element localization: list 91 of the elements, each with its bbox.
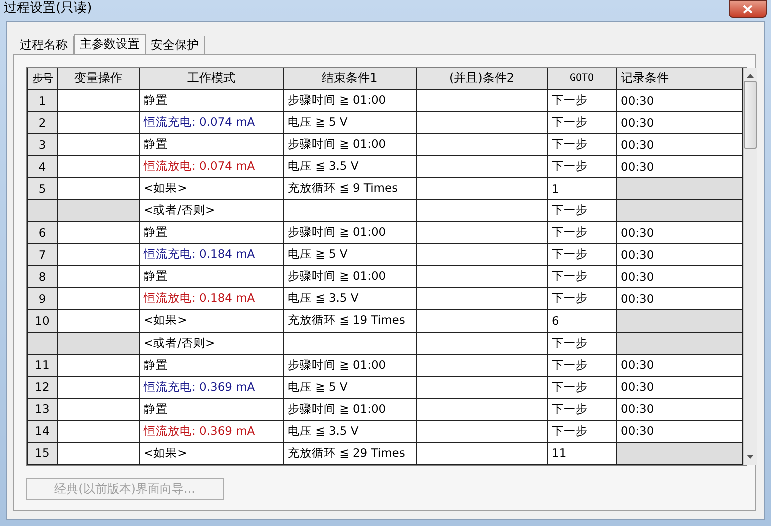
column-header[interactable]: GOTO	[548, 68, 616, 90]
mode-cell: 静置	[140, 134, 284, 156]
step-number-cell: 8	[28, 266, 58, 288]
goto-cell: 下一步	[548, 112, 616, 134]
end-condition-cell: 电压 ≧ 5 V	[284, 112, 416, 134]
tab[interactable]: 主参数设置	[74, 34, 146, 54]
step-number-cell: 4	[28, 156, 58, 178]
end-condition-cell: 步骤时间 ≧ 01:00	[284, 222, 416, 244]
end-condition-cell: 充放循环 ≦ 19 Times	[284, 310, 416, 332]
mode-cell: <如果>	[140, 310, 284, 332]
step-number-cell: 13	[28, 398, 58, 420]
end-condition-cell: 步骤时间 ≧ 01:00	[284, 134, 416, 156]
scrollbar[interactable]	[743, 68, 757, 465]
mode-cell: 静置	[140, 90, 284, 112]
goto-cell: 下一步	[548, 376, 616, 398]
goto-cell: 下一步	[548, 398, 616, 420]
step-number-cell: 3	[28, 134, 58, 156]
goto-cell: 下一步	[548, 90, 616, 112]
column-header[interactable]: 变量操作	[58, 68, 140, 90]
mode-cell: 恒流放电: 0.184 mA	[140, 288, 284, 310]
goto-cell: 下一步	[548, 332, 616, 354]
step-number-cell: 9	[28, 288, 58, 310]
goto-cell: 6	[548, 310, 616, 332]
column-header[interactable]: (并且)条件2	[416, 68, 548, 90]
end-condition-cell: 电压 ≧ 5 V	[284, 376, 416, 398]
mode-cell: 恒流放电: 0.074 mA	[140, 156, 284, 178]
end-condition-cell: 充放循环 ≦ 9 Times	[284, 178, 416, 200]
scroll-up-icon[interactable]	[747, 74, 754, 78]
column-header[interactable]: 结束条件1	[284, 68, 416, 90]
mode-cell: 恒流放电: 0.369 mA	[140, 420, 284, 442]
goto-cell: 下一步	[548, 200, 616, 222]
end-condition-cell: 电压 ≦ 3.5 V	[284, 420, 416, 442]
step-number-cell: 12	[28, 376, 58, 398]
record-cell: 00:30	[616, 244, 742, 266]
record-cell: 00:30	[616, 222, 742, 244]
record-cell: 00:30	[616, 288, 742, 310]
goto-cell: 1	[548, 178, 616, 200]
goto-cell: 下一步	[548, 244, 616, 266]
step-number-cell: 10	[28, 310, 58, 332]
mode-cell: <如果>	[140, 442, 284, 464]
mode-cell: 恒流充电: 0.369 mA	[140, 376, 284, 398]
goto-cell: 下一步	[548, 222, 616, 244]
step-number-cell: 5	[28, 178, 58, 200]
record-cell: 00:30	[616, 156, 742, 178]
scroll-thumb[interactable]	[744, 81, 757, 149]
record-cell: 00:30	[616, 266, 742, 288]
record-cell: 00:30	[616, 398, 742, 420]
mode-cell: 静置	[140, 354, 284, 376]
column-header[interactable]: 记录条件	[616, 68, 742, 90]
end-condition-cell: 电压 ≦ 3.5 V	[284, 156, 416, 178]
mode-cell: 静置	[140, 266, 284, 288]
goto-cell: 下一步	[548, 420, 616, 442]
record-cell: 00:30	[616, 112, 742, 134]
scroll-down-icon[interactable]	[747, 455, 754, 459]
step-number-cell: 15	[28, 442, 58, 464]
end-condition-cell: 步骤时间 ≧ 01:00	[284, 90, 416, 112]
mode-cell: <或者/否则>	[140, 200, 284, 222]
step-number-cell: 11	[28, 354, 58, 376]
end-condition-cell: 电压 ≧ 5 V	[284, 244, 416, 266]
goto-cell: 下一步	[548, 134, 616, 156]
mode-cell: 静置	[140, 398, 284, 420]
goto-cell: 下一步	[548, 288, 616, 310]
close-icon	[743, 4, 753, 14]
goto-cell: 下一步	[548, 354, 616, 376]
window-title: 过程设置(只读)	[4, 0, 92, 18]
record-cell: 00:30	[616, 354, 742, 376]
mode-cell: 恒流充电: 0.074 mA	[140, 112, 284, 134]
column-header[interactable]: 步号	[28, 68, 58, 90]
mode-cell: <如果>	[140, 178, 284, 200]
step-number-cell: 14	[28, 420, 58, 442]
record-cell: 00:30	[616, 134, 742, 156]
record-cell: 00:30	[616, 376, 742, 398]
end-condition-cell: 电压 ≦ 3.5 V	[284, 288, 416, 310]
step-number-cell: 1	[28, 90, 58, 112]
goto-cell: 下一步	[548, 266, 616, 288]
goto-cell: 下一步	[548, 156, 616, 178]
goto-cell: 11	[548, 442, 616, 464]
end-condition-cell: 步骤时间 ≧ 01:00	[284, 266, 416, 288]
mode-cell: 静置	[140, 222, 284, 244]
step-number-cell: 7	[28, 244, 58, 266]
mode-cell: 恒流充电: 0.184 mA	[140, 244, 284, 266]
close-button[interactable]	[729, 0, 767, 18]
record-cell: 00:30	[616, 90, 742, 112]
end-condition-cell: 充放循环 ≦ 29 Times	[284, 442, 416, 464]
end-condition-cell: 步骤时间 ≧ 01:00	[284, 354, 416, 376]
end-condition-cell: 步骤时间 ≧ 01:00	[284, 398, 416, 420]
record-cell: 00:30	[616, 420, 742, 442]
mode-cell: <或者/否则>	[140, 332, 284, 354]
column-header[interactable]: 工作模式	[140, 68, 284, 90]
step-number-cell: 6	[28, 222, 58, 244]
step-number-cell: 2	[28, 112, 58, 134]
